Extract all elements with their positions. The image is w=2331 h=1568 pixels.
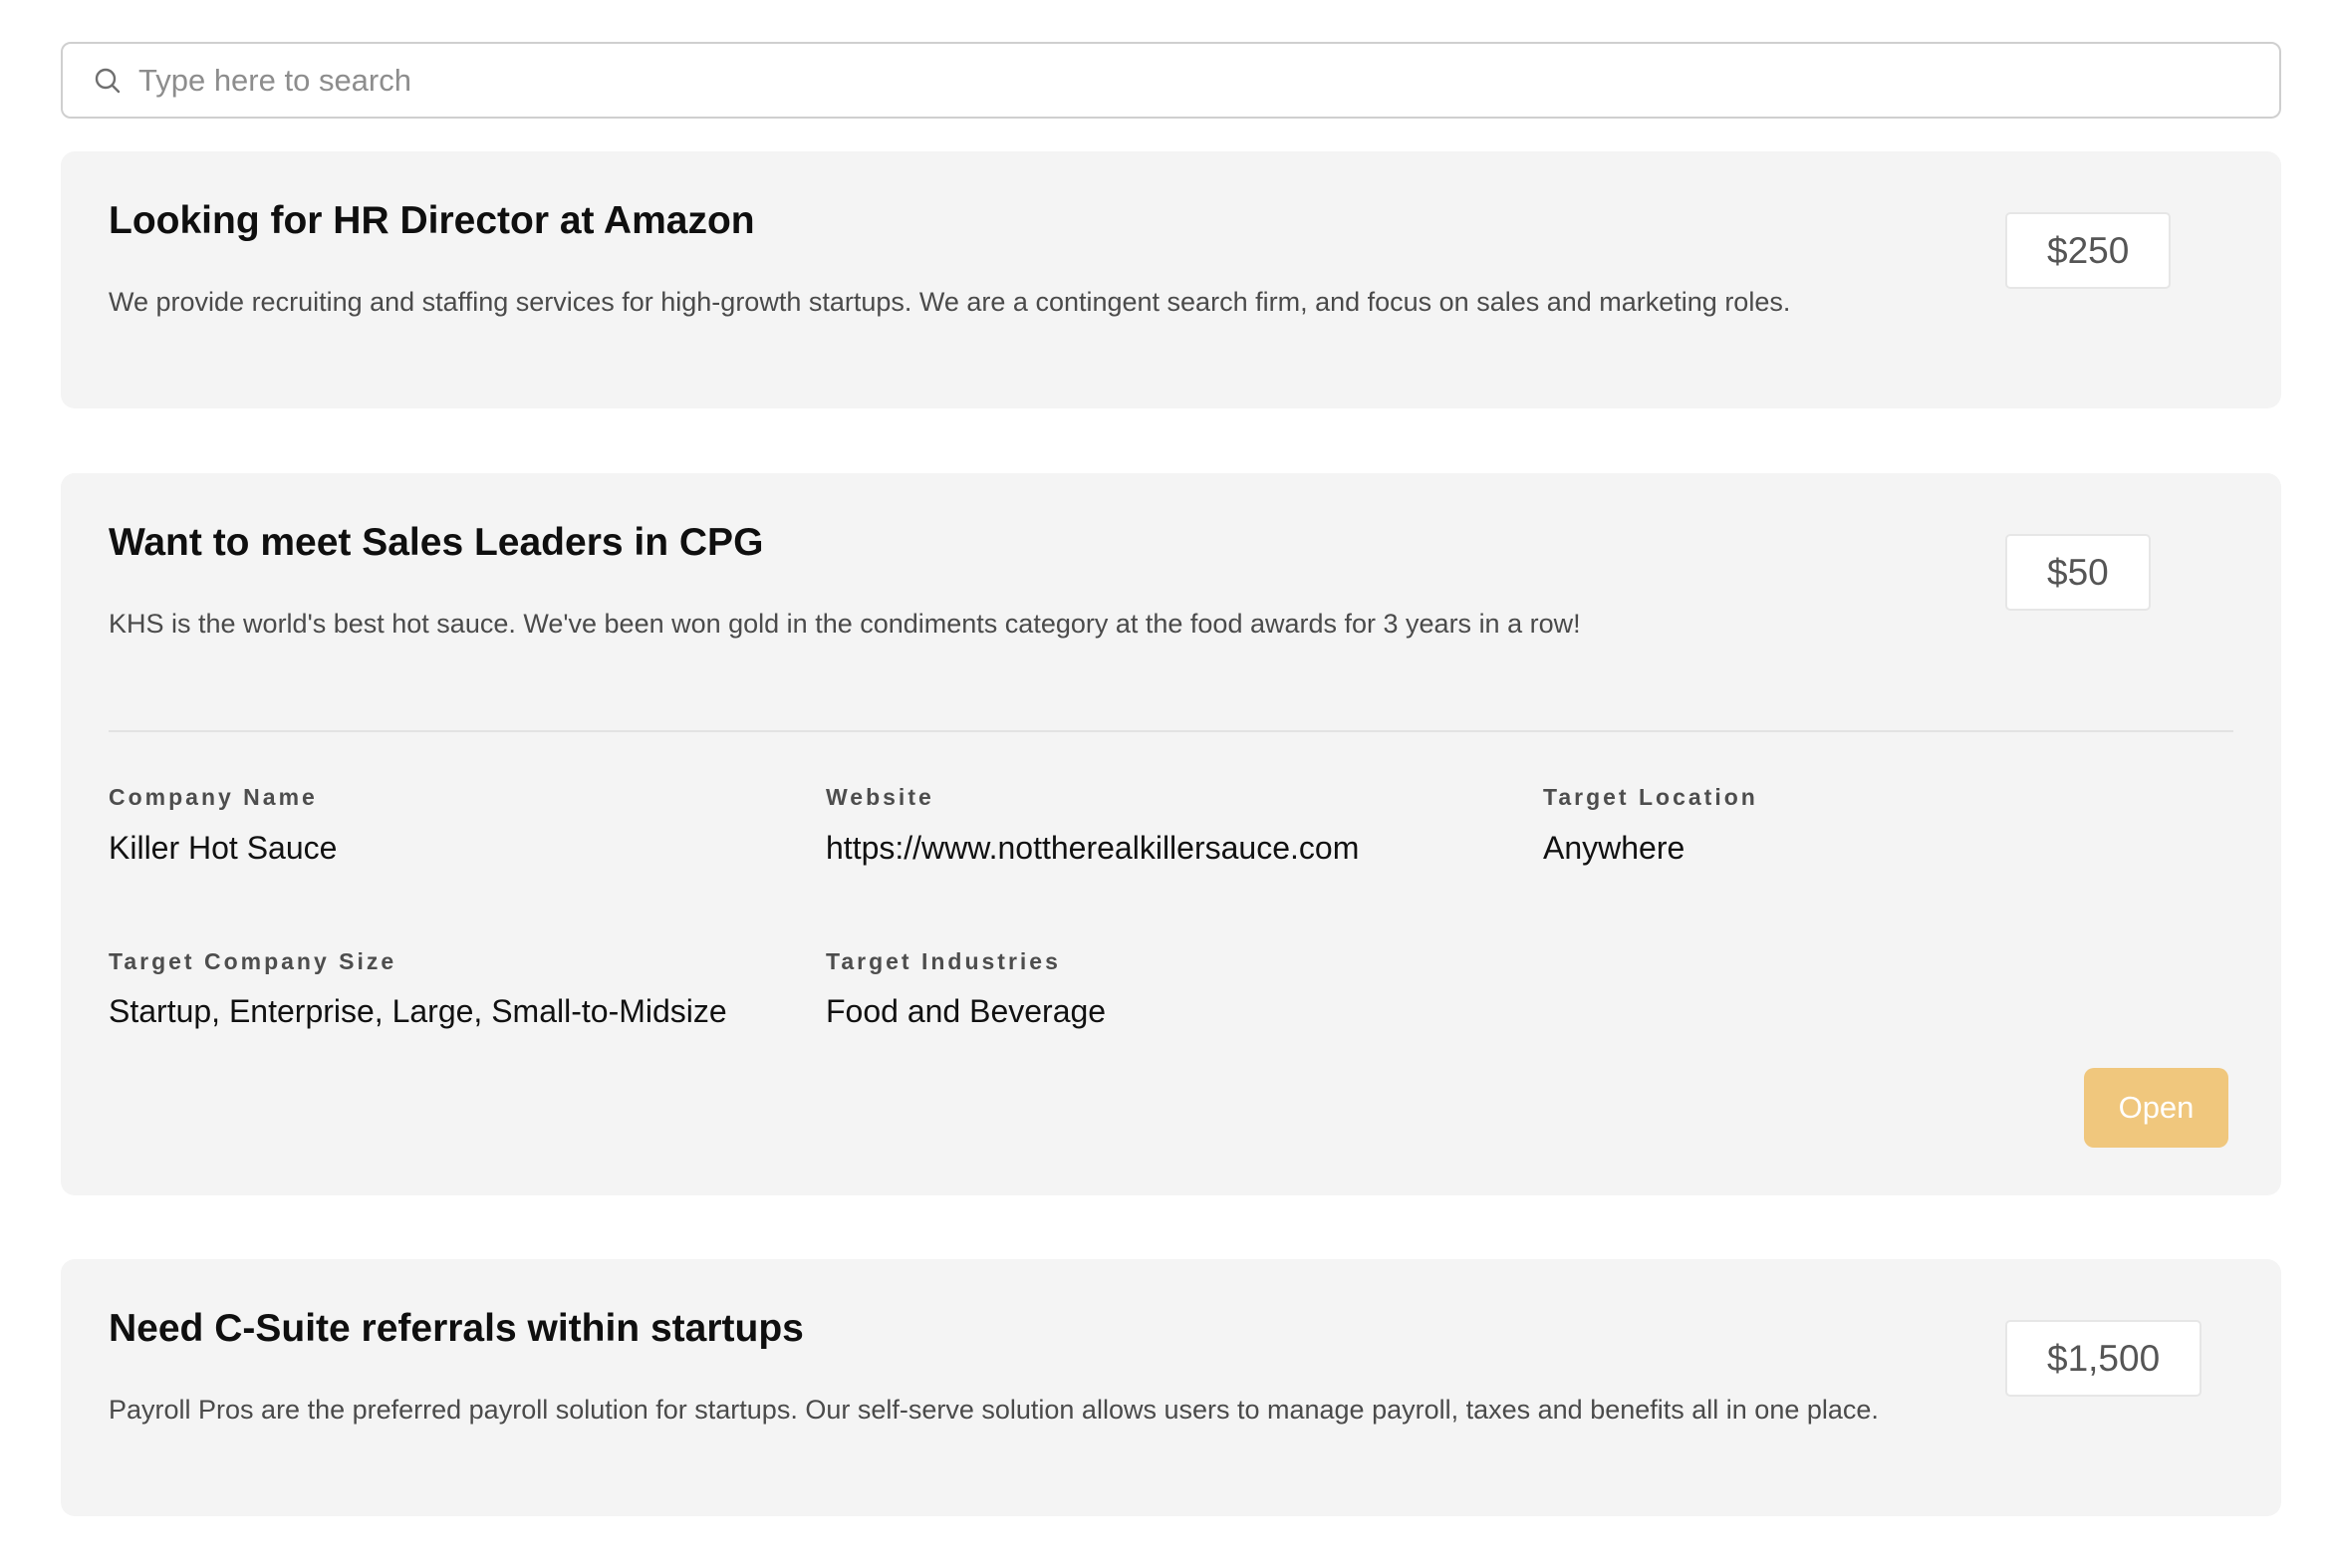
search-icon — [93, 66, 123, 96]
company-name-value: Killer Hot Sauce — [109, 830, 338, 866]
open-button[interactable]: Open — [2084, 1068, 2228, 1148]
listing-title: Want to meet Sales Leaders in CPG — [109, 521, 764, 564]
listing-card[interactable]: Need C-Suite referrals within startups P… — [61, 1259, 2281, 1516]
listing-description: Payroll Pros are the preferred payroll s… — [109, 1395, 1879, 1425]
website-value: https://www.nottherealkillersauce.com — [826, 830, 1360, 866]
target-company-size-label: Target Company Size — [109, 948, 397, 974]
listing-description: KHS is the world's best hot sauce. We've… — [109, 609, 1581, 639]
target-location-value: Anywhere — [1543, 830, 1685, 866]
listing-card-expanded[interactable]: Want to meet Sales Leaders in CPG KHS is… — [61, 473, 2281, 1195]
website-label: Website — [826, 784, 934, 810]
target-industries-value: Food and Beverage — [826, 993, 1107, 1029]
price-badge: $1,500 — [2005, 1320, 2202, 1397]
search-input[interactable] — [138, 62, 2230, 99]
price-badge: $250 — [2005, 212, 2172, 289]
listing-title: Need C-Suite referrals within startups — [109, 1307, 804, 1350]
price-badge: $50 — [2005, 534, 2151, 611]
listing-title: Looking for HR Director at Amazon — [109, 199, 755, 242]
search-bar[interactable] — [61, 42, 2281, 119]
target-location-label: Target Location — [1543, 784, 1758, 810]
target-company-size-value: Startup, Enterprise, Large, Small-to-Mid… — [109, 993, 727, 1029]
listing-description: We provide recruiting and staffing servi… — [109, 287, 1791, 317]
target-industries-label: Target Industries — [826, 948, 1061, 974]
listing-card[interactable]: Looking for HR Director at Amazon We pro… — [61, 151, 2281, 408]
company-name-label: Company Name — [109, 784, 318, 810]
divider — [109, 730, 2233, 732]
